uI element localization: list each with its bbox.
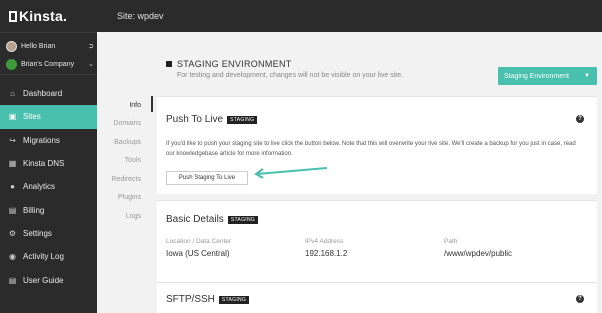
logo-text: Kinsta. bbox=[19, 8, 68, 24]
sidebar-item-label: Migrations bbox=[23, 135, 60, 145]
sidebar: Kinsta. Hello Brian ➲ Brian's Company ⌄ … bbox=[0, 0, 97, 313]
company-icon bbox=[6, 58, 17, 70]
sidebar-item-analytics[interactable]: ● Analytics bbox=[0, 175, 97, 198]
kinsta-logo[interactable]: Kinsta. bbox=[9, 8, 67, 24]
migrations-icon: ↪ bbox=[9, 135, 16, 145]
staging-badge: STAGING bbox=[227, 115, 258, 124]
help-icon[interactable]: ? bbox=[576, 295, 584, 303]
push-to-live-card: Push To Live STAGING ? If you'd like to … bbox=[157, 96, 597, 194]
user-block: Hello Brian ➲ Brian's Company ⌄ bbox=[0, 32, 97, 75]
subnav-item-redirects[interactable]: Redirects bbox=[97, 170, 149, 189]
sidebar-item-label: Settings bbox=[23, 228, 52, 238]
company-name: Brian's Company bbox=[21, 60, 75, 68]
company-switcher[interactable]: Brian's Company ⌄ bbox=[6, 57, 94, 71]
push-card-description: If you'd like to push your staging site … bbox=[166, 141, 576, 157]
path-label: Path bbox=[444, 238, 458, 245]
user-greeting: Hello Brian bbox=[21, 42, 56, 50]
page-title: Site: wpdev bbox=[117, 11, 164, 21]
user-greeting-row[interactable]: Hello Brian ➲ bbox=[6, 39, 94, 53]
analytics-icon: ● bbox=[10, 182, 15, 192]
environment-title: STAGING ENVIRONMENT bbox=[177, 59, 292, 69]
logout-icon[interactable]: ➲ bbox=[88, 42, 94, 50]
push-staging-to-live-button[interactable]: Push Staging To Live bbox=[166, 171, 248, 185]
ip-value: 192.168.1.2 bbox=[305, 249, 348, 258]
subnav-active-indicator bbox=[151, 96, 153, 112]
basic-details-card: Basic Details STAGING Location / Data Ce… bbox=[157, 200, 597, 282]
details-card-title: Basic Details bbox=[166, 214, 224, 225]
location-value: Iowa (US Central) bbox=[166, 249, 230, 258]
sidebar-item-label: Activity Log bbox=[23, 252, 64, 262]
sidebar-item-migrations[interactable]: ↪ Migrations bbox=[0, 129, 97, 152]
environment-title-row: STAGING ENVIRONMENT bbox=[166, 59, 403, 69]
sidebar-item-settings[interactable]: ⚙ Settings bbox=[0, 222, 97, 245]
sidebar-item-dashboard[interactable]: ⌂ Dashboard bbox=[0, 82, 97, 105]
subnav-item-domains[interactable]: Domains bbox=[97, 115, 149, 134]
environment-header: STAGING ENVIRONMENT For testing and deve… bbox=[166, 59, 403, 79]
chevron-down-icon[interactable]: ⌄ bbox=[88, 60, 94, 68]
staging-badge: STAGING bbox=[218, 295, 250, 304]
location-label: Location / Data Center bbox=[166, 238, 232, 245]
activity-icon: ◉ bbox=[9, 252, 16, 262]
sidebar-item-user-guide[interactable]: ▤ User Guide bbox=[0, 268, 97, 291]
billing-icon: ▤ bbox=[8, 205, 17, 215]
arrow-pointer-icon bbox=[254, 167, 328, 179]
subnav-item-backups[interactable]: Backups bbox=[97, 133, 149, 152]
sftp-card-header: SFTP/SSH STAGING bbox=[166, 294, 250, 305]
sidebar-item-kinsta-dns[interactable]: ▦ Kinsta DNS bbox=[0, 152, 97, 175]
ip-label: IPv4 Address bbox=[305, 238, 344, 245]
gear-icon: ⚙ bbox=[8, 228, 17, 238]
top-bar: Site: wpdev bbox=[97, 0, 602, 32]
subnav-item-tools[interactable]: Tools bbox=[97, 152, 149, 171]
sidebar-item-label: Billing bbox=[23, 205, 45, 215]
path-value: /www/wpdev/public bbox=[444, 249, 513, 258]
sidebar-item-label: Sites bbox=[23, 112, 41, 122]
square-icon bbox=[166, 61, 172, 67]
sidebar-item-sites[interactable]: ▣ Sites bbox=[0, 105, 97, 129]
guide-icon: ▤ bbox=[8, 275, 17, 285]
sftp-card-title: SFTP/SSH bbox=[166, 294, 215, 305]
help-icon[interactable]: ? bbox=[576, 115, 584, 123]
logo-mark-icon bbox=[9, 11, 17, 22]
sftp-ssh-card: SFTP/SSH STAGING ? bbox=[157, 282, 597, 313]
subnav-item-plugins[interactable]: Plugins bbox=[97, 189, 149, 208]
sidebar-item-label: User Guide bbox=[23, 275, 64, 285]
site-subnav: Info Domains Backups Tools Redirects Plu… bbox=[97, 96, 149, 226]
environment-select[interactable]: Staging Environment ▼ bbox=[498, 67, 597, 85]
sidebar-item-billing[interactable]: ▤ Billing bbox=[0, 198, 97, 221]
staging-badge: STAGING bbox=[227, 215, 259, 224]
chevron-down-icon: ▼ bbox=[584, 73, 590, 79]
details-card-header: Basic Details STAGING bbox=[166, 214, 259, 225]
sidebar-item-label: Analytics bbox=[23, 182, 56, 192]
subnav-item-logs[interactable]: Logs bbox=[97, 207, 149, 226]
main-content: STAGING ENVIRONMENT For testing and deve… bbox=[97, 32, 602, 313]
sidebar-item-label: Dashboard bbox=[23, 89, 63, 99]
dns-icon: ▦ bbox=[8, 159, 17, 169]
avatar bbox=[6, 40, 17, 52]
sidebar-item-activity-log[interactable]: ◉ Activity Log bbox=[0, 245, 97, 268]
home-icon: ⌂ bbox=[10, 89, 15, 99]
environment-select-value: Staging Environment bbox=[504, 72, 569, 80]
environment-subtitle: For testing and development, changes wil… bbox=[177, 72, 404, 79]
subnav-item-info[interactable]: Info bbox=[97, 96, 149, 115]
sidebar-item-label: Kinsta DNS bbox=[23, 159, 65, 169]
sites-icon: ▣ bbox=[8, 112, 17, 122]
push-card-title: Push To Live bbox=[166, 114, 224, 125]
push-card-header: Push To Live STAGING bbox=[166, 114, 258, 125]
sidebar-nav: ⌂ Dashboard ▣ Sites ↪ Migrations ▦ Kinsta DN… bbox=[0, 82, 97, 292]
